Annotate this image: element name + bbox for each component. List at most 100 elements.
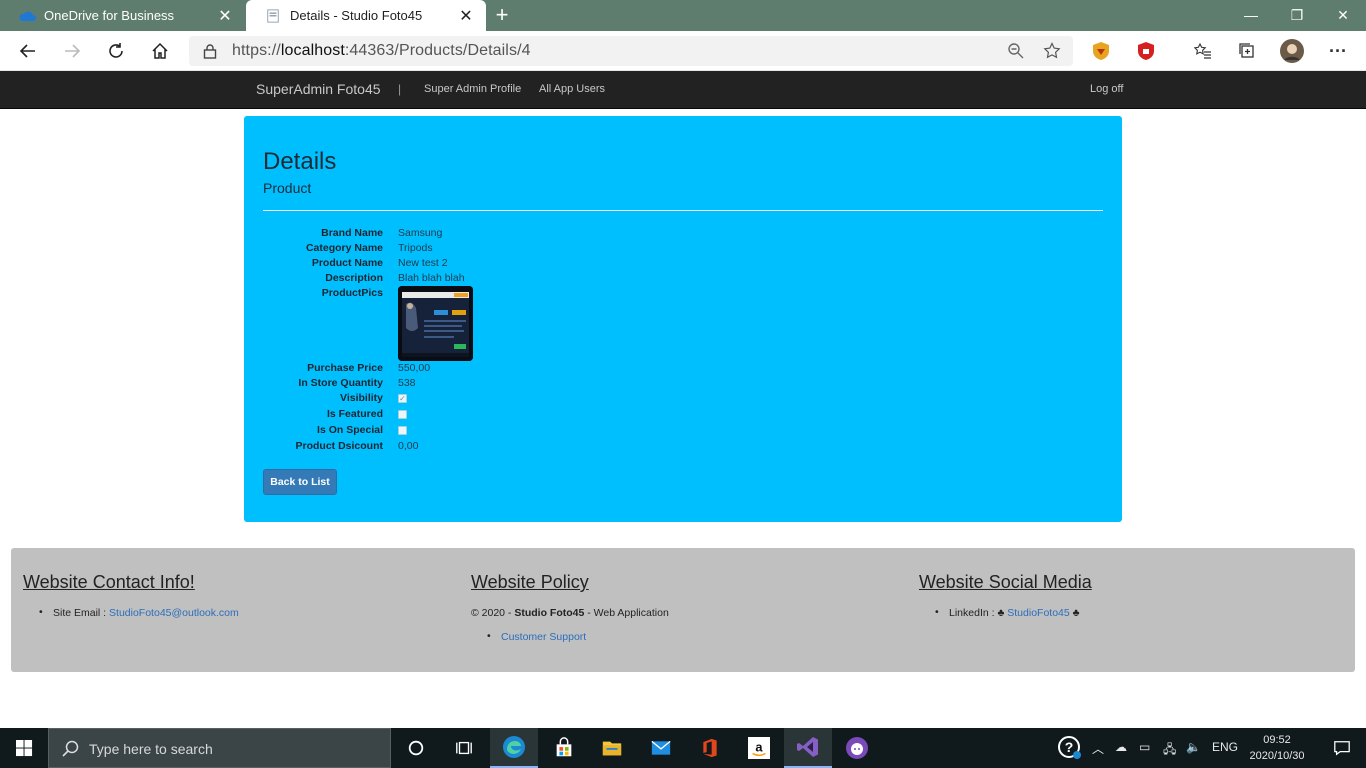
field-product-discount: Product Dsicount 0,00 (244, 440, 1122, 455)
volume-icon[interactable]: 🔈 (1186, 740, 1201, 754)
favorites-icon[interactable] (1189, 37, 1217, 65)
lock-icon[interactable] (203, 43, 217, 59)
ublock-icon[interactable] (1135, 40, 1157, 62)
customer-support-link[interactable]: Customer Support (501, 631, 586, 643)
url-text[interactable]: https://localhost:44363/Products/Details… (232, 42, 531, 60)
field-is-featured: Is Featured (244, 408, 1122, 423)
close-tab-icon[interactable]: ✕ (454, 6, 478, 26)
battery-icon[interactable]: ▭ (1139, 740, 1150, 754)
copyright-suffix: - Web Application (584, 607, 669, 619)
onedrive-tray-icon[interactable]: ☁ (1115, 740, 1127, 754)
github-desktop-icon[interactable] (833, 728, 881, 768)
field-value: 0,00 (398, 440, 419, 452)
field-visibility: Visibility ✓ (244, 392, 1122, 407)
footer-policy: Website Policy © 2020 - Studio Foto45 - … (471, 572, 669, 643)
navbar-brand-link[interactable]: SuperAdmin Foto45 (256, 81, 381, 97)
svg-text:a: a (755, 740, 763, 755)
tab-title: Details - Studio Foto45 (290, 8, 423, 23)
field-label: Visibility (340, 392, 383, 404)
visual-studio-icon[interactable] (784, 728, 832, 768)
field-label: Product Name (311, 257, 383, 269)
field-purchase-price: Purchase Price 550,00 (244, 362, 1122, 377)
field-label: Brand Name (321, 227, 383, 239)
field-in-store-quantity: In Store Quantity 538 (244, 377, 1122, 392)
profile-avatar[interactable] (1278, 37, 1306, 65)
field-value: New test 2 (398, 257, 448, 269)
field-label: ProductPics (321, 287, 383, 299)
address-bar[interactable]: https://localhost:44363/Products/Details… (189, 36, 1073, 66)
field-label: Product Dsicount (295, 440, 383, 452)
linkedin-link[interactable]: StudioFoto45 (1007, 607, 1069, 619)
home-icon[interactable] (146, 37, 174, 65)
zoom-icon[interactable] (1007, 42, 1025, 60)
back-to-list-button[interactable]: Back to List (263, 469, 337, 495)
site-footer: Website Contact Info! Site Email : Studi… (11, 548, 1355, 672)
onedrive-icon (19, 11, 36, 21)
forward-arrow-icon[interactable] (58, 37, 86, 65)
field-value: 538 (398, 377, 416, 389)
linkedin-label: LinkedIn : ♣ (949, 607, 1008, 619)
extension-shield-icon[interactable] (1090, 40, 1112, 62)
field-value: Blah blah blah (398, 272, 465, 284)
browser-toolbar: https://localhost:44363/Products/Details… (0, 31, 1366, 71)
edge-icon[interactable] (490, 728, 538, 768)
field-label: In Store Quantity (298, 377, 383, 389)
chevron-up-icon[interactable]: ︿ (1092, 740, 1104, 757)
office-icon[interactable] (686, 728, 734, 768)
field-brand: Brand Name Samsung (244, 227, 1122, 242)
help-icon[interactable]: ? (1048, 728, 1092, 768)
back-arrow-icon[interactable] (14, 37, 42, 65)
amazon-icon[interactable]: a (735, 728, 783, 768)
collections-icon[interactable] (1233, 37, 1261, 65)
visibility-checkbox: ✓ (398, 394, 407, 403)
footer-policy-heading: Website Policy (471, 572, 589, 592)
company-name: Studio Foto45 (514, 607, 585, 619)
site-navbar: SuperAdmin Foto45 | Super Admin Profile … (0, 71, 1366, 109)
nav-all-app-users[interactable]: All App Users (539, 83, 605, 95)
support-item: Customer Support (471, 630, 669, 643)
more-menu-icon[interactable]: ··· (1324, 37, 1352, 65)
clock-time: 09:52 (1263, 734, 1291, 746)
favorite-star-icon[interactable] (1043, 42, 1061, 60)
page-title: Details (263, 148, 337, 175)
field-category: Category Name Tripods (244, 242, 1122, 257)
mail-icon[interactable] (637, 728, 685, 768)
task-view-icon[interactable] (440, 728, 488, 768)
details-panel: Details Product Brand Name Samsung Categ… (244, 116, 1122, 522)
minimize-icon[interactable]: — (1228, 0, 1274, 31)
field-is-on-special: Is On Special (244, 424, 1122, 439)
field-value: Tripods (398, 242, 433, 254)
email-link[interactable]: StudioFoto45@outlook.com (109, 607, 239, 619)
field-value: 550,00 (398, 362, 431, 374)
file-explorer-icon[interactable] (588, 728, 636, 768)
network-icon[interactable]: 🖧 (1163, 740, 1176, 761)
cortana-icon[interactable] (392, 728, 440, 768)
tab-onedrive[interactable]: OneDrive for Business ✕ (0, 0, 245, 31)
divider (263, 210, 1103, 211)
refresh-icon[interactable] (102, 37, 130, 65)
nav-super-admin-profile[interactable]: Super Admin Profile (424, 83, 521, 95)
field-label: Is On Special (317, 424, 383, 436)
footer-social-heading: Website Social Media (919, 572, 1092, 592)
nav-log-off[interactable]: Log off (1090, 83, 1123, 95)
tab-details[interactable]: Details - Studio Foto45 ✕ (246, 0, 486, 31)
windows-start-icon[interactable] (0, 728, 48, 768)
clock-date: 2020/10/30 (1249, 750, 1305, 762)
taskbar-clock[interactable]: 09:52 2020/10/30 (1242, 732, 1312, 764)
notifications-icon[interactable] (1318, 728, 1366, 768)
restore-icon[interactable]: ❐ (1274, 0, 1320, 31)
field-label: Category Name (305, 242, 383, 254)
close-tab-icon[interactable]: ✕ (213, 6, 237, 26)
field-label: Is Featured (326, 408, 383, 420)
field-value: Samsung (398, 227, 443, 239)
taskbar-search-box[interactable]: Type here to search (48, 728, 391, 768)
copyright-prefix: © 2020 - (471, 607, 515, 619)
search-placeholder: Type here to search (89, 741, 213, 757)
linkedin-suffix: ♣ (1069, 607, 1080, 619)
new-tab-icon[interactable]: + (490, 3, 514, 27)
language-indicator[interactable]: ENG (1212, 740, 1238, 754)
search-icon (62, 740, 79, 757)
store-icon[interactable] (540, 728, 588, 768)
copyright-text: © 2020 - Studio Foto45 - Web Application (471, 607, 669, 619)
window-close-icon[interactable]: ✕ (1320, 0, 1366, 31)
